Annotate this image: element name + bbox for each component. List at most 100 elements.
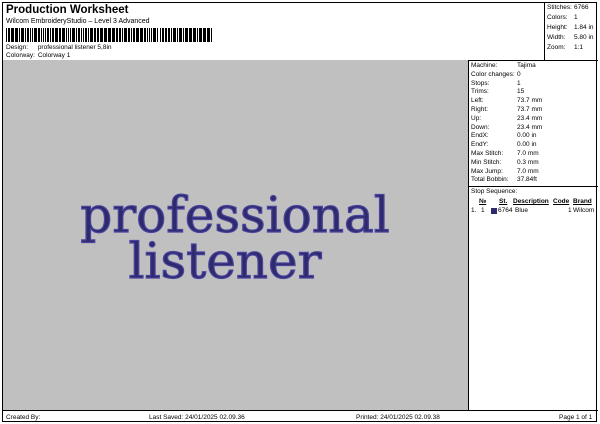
machine-info-value: 37.84ft bbox=[517, 176, 537, 184]
barcode-bar bbox=[144, 28, 146, 42]
barcode-bar bbox=[131, 28, 132, 42]
machine-info-label: Total Bobbin: bbox=[471, 176, 509, 184]
seq-number: 1 bbox=[481, 207, 485, 214]
stop-sequence-title: Stop Sequence: bbox=[471, 188, 518, 195]
colors-label: Colors: bbox=[547, 14, 568, 21]
barcode-bar bbox=[68, 28, 69, 42]
stitches-label: Stitches: bbox=[547, 4, 572, 11]
col-brand: Brand bbox=[573, 198, 592, 205]
machine-info-row: EndX: 0.00 in bbox=[471, 131, 537, 140]
barcode-bar bbox=[116, 28, 118, 42]
embroidery-design: professional listener bbox=[80, 185, 391, 290]
barcode-bar bbox=[85, 28, 87, 42]
seq-description: Blue bbox=[515, 207, 529, 214]
barcode-bar bbox=[160, 28, 161, 42]
barcode-bar bbox=[70, 28, 71, 42]
design-value: professional listener 5,8in bbox=[37, 44, 112, 51]
page-title: Production Worksheet bbox=[6, 4, 129, 16]
barcode-bar bbox=[38, 28, 40, 42]
machine-info-label: Max Jump: bbox=[471, 167, 503, 175]
machine-info-label: Trims: bbox=[471, 88, 489, 96]
barcode-bar bbox=[185, 28, 188, 42]
machine-info-row: Right: 73.7 mm bbox=[471, 105, 542, 114]
machine-info-label: Color changes: bbox=[471, 70, 515, 78]
barcode-bar bbox=[59, 28, 61, 42]
machine-info-value: 7.0 mm bbox=[517, 150, 539, 157]
machine-info-row: Min Stitch: 0.3 mm bbox=[471, 158, 539, 167]
barcode-bar bbox=[30, 28, 31, 42]
barcode-bar bbox=[147, 28, 148, 42]
seq-code: 1 bbox=[568, 207, 572, 214]
page-number: Page 1 of 1 bbox=[559, 414, 593, 421]
barcode-bar bbox=[72, 28, 75, 42]
barcode-bar bbox=[151, 28, 152, 42]
barcode-bar bbox=[66, 28, 67, 42]
barcode bbox=[6, 28, 212, 42]
barcode-bar bbox=[211, 28, 212, 42]
barcode-bar bbox=[112, 28, 115, 42]
height-value: 1.84 in bbox=[574, 24, 594, 31]
barcode-bar bbox=[173, 28, 176, 42]
design-label: Design: bbox=[6, 44, 29, 51]
machine-info-value: 0 bbox=[517, 70, 521, 78]
barcode-bar bbox=[199, 28, 202, 42]
col-description: Description bbox=[513, 198, 549, 205]
design-text-line-2: listener bbox=[128, 232, 321, 290]
barcode-bar bbox=[193, 28, 196, 42]
barcode-bar bbox=[97, 28, 99, 42]
barcode-bar bbox=[41, 28, 42, 42]
barcode-bar bbox=[183, 28, 184, 42]
machine-info-row: Machine: Tajima bbox=[471, 61, 536, 70]
barcode-bar bbox=[47, 28, 49, 42]
barcode-bar bbox=[43, 28, 44, 42]
barcode-bar bbox=[55, 28, 58, 42]
barcode-bar bbox=[50, 28, 51, 42]
barcode-bar bbox=[207, 28, 210, 42]
software-subtitle: Wilcom EmbroideryStudio – Level 3 Advanc… bbox=[6, 18, 150, 25]
machine-info-label: Max Stitch: bbox=[471, 150, 504, 157]
barcode-bar bbox=[128, 28, 130, 42]
zoom-label: Zoom: bbox=[547, 44, 566, 51]
barcode-bar bbox=[81, 28, 82, 42]
barcode-bar bbox=[133, 28, 135, 42]
zoom-value: 1:1 bbox=[574, 44, 584, 51]
machine-info-row: Trims: 15 bbox=[471, 87, 524, 96]
worksheet: Production Worksheet Wilcom EmbroiderySt… bbox=[2, 2, 598, 423]
barcode-bar bbox=[177, 28, 178, 42]
barcode-bar bbox=[94, 28, 96, 42]
barcode-bar bbox=[6, 28, 7, 42]
barcode-bar bbox=[149, 28, 150, 42]
col-no: № bbox=[479, 198, 487, 205]
machine-info-row: Left: 73.7 mm bbox=[471, 96, 542, 105]
machine-info-label: Down: bbox=[471, 123, 490, 131]
seq-brand: Wilcom bbox=[573, 207, 595, 214]
colorway-value: Colorway 1 bbox=[37, 52, 71, 59]
zoom-row: Zoom: 1:1 bbox=[547, 44, 583, 51]
barcode-bar bbox=[19, 28, 20, 42]
barcode-bar bbox=[27, 28, 29, 42]
machine-info-value: 15 bbox=[517, 88, 525, 96]
barcode-bar bbox=[165, 28, 167, 42]
seq-index: 1. bbox=[471, 207, 477, 214]
machine-info-value: 1 bbox=[517, 79, 521, 87]
design-row: Design: professional listener 5,8in bbox=[6, 44, 112, 51]
barcode-bar bbox=[76, 28, 77, 42]
barcode-bar bbox=[83, 28, 84, 42]
machine-info-value: 0.00 in bbox=[517, 132, 537, 140]
barcode-bar bbox=[140, 28, 143, 42]
seq-stitches: 6764 bbox=[498, 207, 513, 214]
barcode-bar bbox=[168, 28, 170, 42]
barcode-bar bbox=[52, 28, 54, 42]
barcode-bar bbox=[124, 28, 127, 42]
height-label: Height: bbox=[547, 24, 568, 31]
created-by: Created By: bbox=[6, 414, 41, 421]
barcode-bar bbox=[15, 28, 18, 42]
machine-info-row: Max Stitch: 7.0 mm bbox=[471, 149, 539, 158]
barcode-bar bbox=[179, 28, 182, 42]
machine-info-row: Max Jump: 7.0 mm bbox=[471, 167, 539, 176]
barcode-bar bbox=[88, 28, 89, 42]
machine-info-label: Up: bbox=[471, 114, 482, 122]
footer: Created By: Last Saved: 24/01/2025 02.09… bbox=[3, 410, 598, 423]
colorway-label: Colorway: bbox=[6, 52, 35, 59]
machine-info-label: Stops: bbox=[471, 79, 490, 87]
